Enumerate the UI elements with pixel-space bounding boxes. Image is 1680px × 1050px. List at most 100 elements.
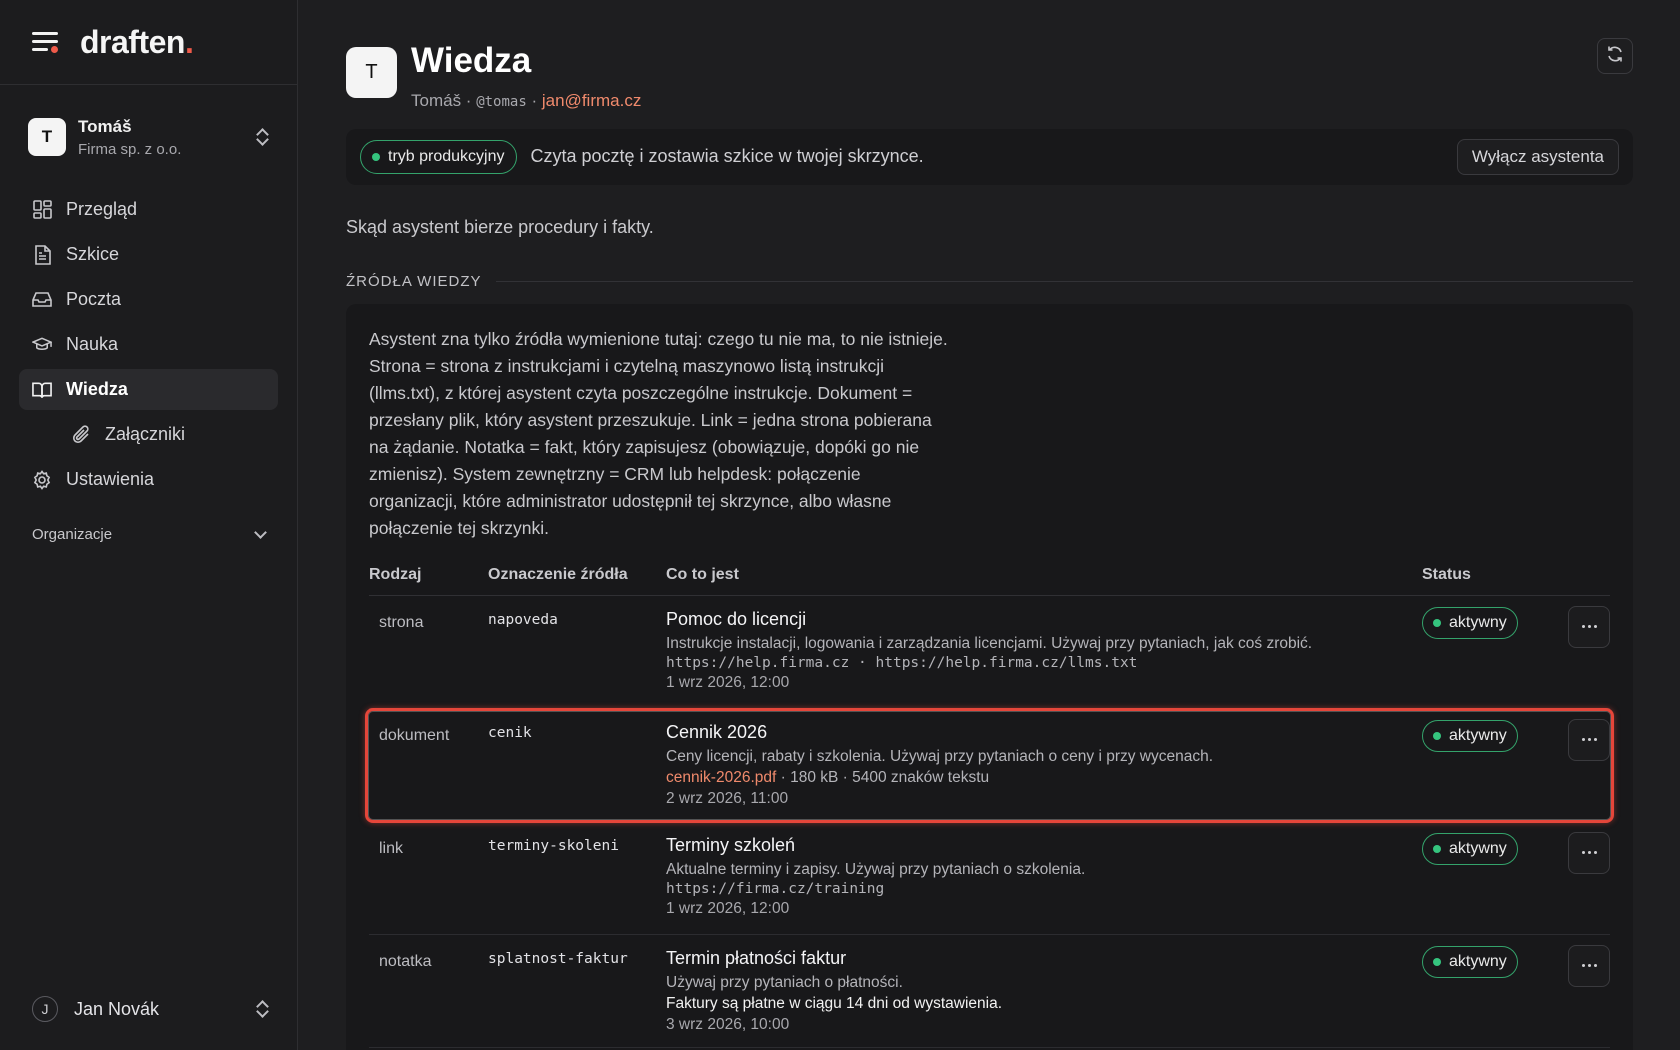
source-description: Instrukcje instalacji, logowania i zarzą… xyxy=(666,634,1313,652)
source-url: https://firma.cz/training xyxy=(666,880,885,897)
sidebar-item-label: Ustawienia xyxy=(66,469,155,489)
column-header-id: Oznaczenie źródła xyxy=(488,566,628,583)
inbox-icon xyxy=(32,290,52,310)
divider xyxy=(495,280,1633,282)
table-header: Rodzaj Oznaczenie źródła Co to jest Stat… xyxy=(369,556,1610,596)
refresh-button[interactable] xyxy=(1597,38,1633,74)
source-id: napoveda xyxy=(488,611,558,628)
status-dot-icon xyxy=(1433,731,1441,740)
source-details: Cennik 2026 Ceny licencji, rabaty i szko… xyxy=(666,719,1422,821)
column-header-kind: Rodzaj xyxy=(369,566,422,583)
account-org: Firma sp. z o.o. xyxy=(78,140,182,158)
source-id: splatnost-faktur xyxy=(488,950,628,967)
account-switcher[interactable]: T Tomáš Firma sp. z o.o. xyxy=(0,85,297,189)
source-kind: dokument xyxy=(379,726,450,744)
gear-icon xyxy=(32,469,52,490)
status-badge: aktywny xyxy=(1422,832,1518,865)
sidebar-item-label: Przegląd xyxy=(66,199,138,219)
source-details: Pomoc do licencji Instrukcje instalacji,… xyxy=(666,606,1422,708)
sidebar-item-ustawienia[interactable]: Ustawienia xyxy=(19,459,278,500)
mode-bar: tryb produkcyjny Czyta pocztę i zostawia… xyxy=(346,128,1633,185)
chevron-updown-icon xyxy=(255,1000,269,1018)
document-icon xyxy=(32,244,52,265)
sidebar-item-nauka[interactable]: Nauka xyxy=(19,324,278,365)
sidebar-item-label: Szkice xyxy=(66,244,120,264)
account-avatar: T xyxy=(28,118,66,156)
user-menu[interactable]: J Jan Novák xyxy=(32,996,269,1022)
table-row-highlighted[interactable]: dokument cenik Cennik 2026 Ceny licencji… xyxy=(365,707,1614,823)
source-date: 2 wrz 2026, 11:00 xyxy=(666,789,789,807)
table-row[interactable]: notatka splatnost-faktur Termin płatnośc… xyxy=(369,935,1610,1048)
status-badge: aktywny xyxy=(1422,606,1518,639)
mode-description: Czyta pocztę i zostawia szkice w twojej … xyxy=(530,146,924,166)
file-link[interactable]: cennik-2026.pdf xyxy=(666,769,776,786)
sidebar-item-label: Załączniki xyxy=(105,424,186,444)
column-header-what: Co to jest xyxy=(666,566,739,583)
row-actions-button[interactable] xyxy=(1568,718,1610,761)
source-title: Termin płatności faktur xyxy=(666,947,847,968)
source-url: https://help.firma.cz · https://help.fir… xyxy=(666,654,1138,671)
organizations-label: Organizacje xyxy=(32,525,113,543)
source-title: Cennik 2026 xyxy=(666,721,768,742)
page-header: T Wiedza Tomáš · @tomas · jan@firma.cz xyxy=(346,41,1633,111)
status-badge: aktywny xyxy=(1422,945,1518,978)
knowledge-sources-card: Asystent zna tylko źródła wymienione tut… xyxy=(346,303,1633,1050)
source-file: cennik-2026.pdf · 180 kB · 5400 znaków t… xyxy=(666,769,1422,787)
file-meta: · 180 kB · 5400 znaków tekstu xyxy=(776,768,990,786)
chevron-down-icon xyxy=(254,525,267,539)
column-header-status: Status xyxy=(1422,566,1471,583)
row-actions-button[interactable] xyxy=(1568,944,1610,987)
sidebar-item-szkice[interactable]: Szkice xyxy=(19,234,278,275)
sources-intro: Asystent zna tylko źródła wymienione tut… xyxy=(369,328,948,538)
source-fact: Faktury są płatne w ciągu 14 dni od wyst… xyxy=(666,994,1003,1012)
status-dot-icon xyxy=(372,152,380,161)
paperclip-icon xyxy=(71,424,91,445)
app-root: draften. T Tomáš Firma sp. z o.o. Przegl… xyxy=(0,0,1680,1050)
status-dot-icon xyxy=(1433,844,1441,853)
book-icon xyxy=(32,380,52,400)
status-dot-icon xyxy=(1433,957,1441,966)
status-dot-icon xyxy=(1433,618,1441,627)
source-id: terminy-skoleni xyxy=(488,837,619,854)
main-content: T Wiedza Tomáš · @tomas · jan@firma.cz t… xyxy=(298,0,1680,1050)
profile-email[interactable]: jan@firma.cz xyxy=(542,91,641,110)
source-kind: strona xyxy=(379,613,424,631)
sidebar-item-label: Poczta xyxy=(66,289,122,309)
source-description: Ceny licencji, rabaty i szkolenia. Używa… xyxy=(666,747,1214,765)
source-date: 3 wrz 2026, 10:00 xyxy=(666,1015,790,1033)
table-row[interactable]: strona napoveda Pomoc do licencji Instru… xyxy=(369,596,1610,709)
sidebar-item-zalaczniki[interactable]: Załączniki xyxy=(19,414,278,455)
status-badge: aktywny xyxy=(1422,719,1518,752)
source-title: Terminy szkoleń xyxy=(666,834,796,855)
profile-name: Tomáš xyxy=(411,90,462,110)
source-title: Pomoc do licencji xyxy=(666,608,807,629)
row-actions-button[interactable] xyxy=(1568,831,1610,874)
logo: draften. xyxy=(80,23,194,60)
brand-bar: draften. xyxy=(0,0,297,85)
account-name: Tomáš xyxy=(78,116,132,136)
table-row[interactable]: link terminy-skoleni Terminy szkoleń Akt… xyxy=(369,822,1610,935)
grid-icon xyxy=(32,200,52,220)
sidebar-nav: Przegląd Szkice Poczta Nauka Wiedza Załą… xyxy=(0,189,297,500)
row-actions-button[interactable] xyxy=(1568,605,1610,648)
source-kind: link xyxy=(379,839,404,857)
organizations-toggle[interactable]: Organizacje xyxy=(0,514,297,554)
sources-table: Rodzaj Oznaczenie źródła Co to jest Stat… xyxy=(365,556,1614,1048)
profile-avatar: T xyxy=(346,47,397,98)
sidebar-item-przeglad[interactable]: Przegląd xyxy=(19,189,278,230)
source-date: 1 wrz 2026, 12:00 xyxy=(666,899,790,917)
page-lead: Skąd asystent bierze procedury i fakty. xyxy=(346,216,654,237)
chevron-updown-icon xyxy=(255,128,269,146)
source-description: Używaj przy pytaniach o płatności. xyxy=(666,973,903,991)
refresh-icon xyxy=(1606,45,1624,68)
disable-assistant-button[interactable]: Wyłącz asystenta xyxy=(1456,138,1619,175)
page-title: Wiedza xyxy=(411,41,532,80)
sidebar-item-poczta[interactable]: Poczta xyxy=(19,279,278,320)
source-kind: notatka xyxy=(379,952,432,970)
sidebar-item-label: Nauka xyxy=(66,334,119,354)
profile-meta: Tomáš · @tomas · jan@firma.cz xyxy=(411,90,642,110)
production-mode-badge: tryb produkcyjny xyxy=(360,139,517,174)
sidebar-item-wiedza[interactable]: Wiedza xyxy=(19,369,278,410)
menu-icon[interactable] xyxy=(32,30,60,54)
source-description: Aktualne terminy i zapisy. Używaj przy p… xyxy=(666,860,1086,878)
